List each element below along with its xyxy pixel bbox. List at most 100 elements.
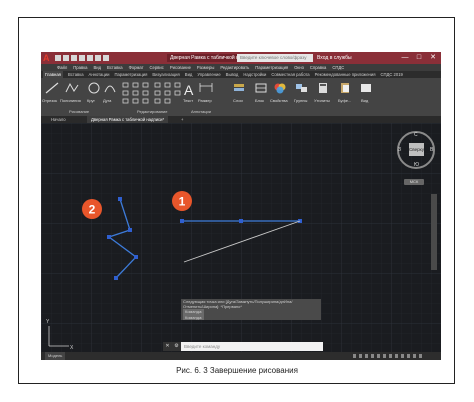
view-label: Вид bbox=[361, 98, 369, 103]
dimension-tool-label: Размер bbox=[198, 98, 212, 103]
grip-point[interactable] bbox=[180, 219, 184, 223]
tab-annotate[interactable]: Аннотации bbox=[89, 71, 110, 78]
layers-label: Слои bbox=[233, 98, 243, 103]
groups-icon[interactable] bbox=[295, 82, 309, 94]
modify-tools-icon[interactable] bbox=[121, 81, 187, 107]
draw-panel-title[interactable]: Рисование bbox=[69, 109, 89, 114]
tab-parametric[interactable]: Параметризация bbox=[114, 71, 147, 78]
search-input[interactable]: Введите ключевое слово/фразу bbox=[237, 54, 313, 62]
utilities-icon[interactable] bbox=[316, 82, 330, 94]
menu-item[interactable]: Рисование bbox=[170, 64, 191, 71]
menu-item[interactable]: Окно bbox=[294, 64, 304, 71]
command-history-line: Команда: bbox=[183, 314, 205, 320]
menu-item[interactable]: Файл bbox=[57, 64, 67, 71]
status-bar: Модель bbox=[41, 352, 441, 360]
block-label: Блок bbox=[255, 98, 264, 103]
svg-text:A: A bbox=[184, 82, 194, 98]
circle-tool-icon[interactable] bbox=[87, 82, 101, 94]
tab-featured-apps[interactable]: Рекомендованные приложения bbox=[315, 71, 376, 78]
grip-point[interactable] bbox=[128, 228, 132, 232]
menu-item[interactable]: Сервис bbox=[149, 64, 163, 71]
viewcube-south[interactable]: Ю bbox=[414, 162, 419, 168]
clipboard-icon[interactable] bbox=[338, 82, 352, 94]
navigation-bar[interactable] bbox=[431, 194, 437, 270]
open-icon[interactable] bbox=[63, 55, 69, 61]
line-tool-icon[interactable] bbox=[45, 82, 59, 94]
tab-addins[interactable]: Надстройки bbox=[243, 71, 266, 78]
status-toggles[interactable] bbox=[353, 354, 423, 358]
properties-icon[interactable] bbox=[273, 82, 287, 94]
dimension-tool-icon[interactable] bbox=[199, 82, 213, 94]
grip-point[interactable] bbox=[134, 255, 138, 259]
wcs-menu[interactable]: МСК bbox=[404, 179, 424, 185]
text-tool-label: Текст bbox=[183, 98, 194, 103]
app-logo-icon[interactable]: A bbox=[43, 53, 53, 63]
polyline-tool-label: Полилиния bbox=[60, 98, 81, 103]
command-input[interactable]: Введите команду bbox=[184, 342, 220, 351]
layers-icon[interactable] bbox=[232, 82, 246, 94]
command-line[interactable]: ✕ ⚙ Введите команду bbox=[163, 342, 323, 351]
minimize-button[interactable]: — bbox=[399, 52, 411, 64]
menu-item[interactable]: Справка bbox=[310, 64, 326, 71]
block-icon[interactable] bbox=[254, 82, 268, 94]
menu-item[interactable]: Редактировать bbox=[220, 64, 249, 71]
save-icon[interactable] bbox=[71, 55, 77, 61]
tab-collaborate[interactable]: Совместная работа bbox=[271, 71, 309, 78]
saveas-icon[interactable] bbox=[79, 55, 85, 61]
tab-drawing[interactable]: Дверная Рамка с табличкой надписи* bbox=[87, 116, 169, 123]
signin-button[interactable]: Вход в службы bbox=[317, 54, 352, 62]
viewcube-east[interactable]: В bbox=[430, 147, 433, 153]
circle-tool-label: Круг bbox=[87, 98, 95, 103]
badge-two-label: 2 bbox=[89, 203, 96, 217]
customize-command-icon[interactable]: ⚙ bbox=[172, 342, 181, 351]
figure-caption: Рис. 6. 3 Завершение рисования bbox=[176, 366, 298, 375]
polyline-tool-icon[interactable] bbox=[65, 82, 79, 94]
tab-spds[interactable]: СПДС 2019 bbox=[380, 71, 402, 78]
viewcube[interactable]: С Ю З В Сверху bbox=[397, 131, 435, 169]
tab-insert[interactable]: Вставка bbox=[68, 71, 84, 78]
undo-icon[interactable] bbox=[95, 55, 101, 61]
redo-icon[interactable] bbox=[103, 55, 109, 61]
menu-item[interactable]: Вид bbox=[93, 64, 101, 71]
viewcube-north[interactable]: С bbox=[414, 132, 418, 138]
view-icon[interactable] bbox=[359, 82, 373, 94]
modify-panel-title[interactable]: Редактирование bbox=[137, 109, 167, 114]
add-tab-button[interactable]: + bbox=[177, 116, 187, 123]
grip-point[interactable] bbox=[107, 235, 111, 239]
title-bar: A Дверная Рамка с табличкой надписи Введ… bbox=[41, 52, 441, 64]
maximize-button[interactable]: □ bbox=[413, 52, 425, 64]
close-command-icon[interactable]: ✕ bbox=[163, 342, 172, 351]
badge-one-label: 1 bbox=[179, 195, 186, 209]
tab-view[interactable]: Вид bbox=[185, 71, 193, 78]
menu-item[interactable]: Размеры bbox=[197, 64, 214, 71]
menu-item[interactable]: Вставка bbox=[107, 64, 123, 71]
arc-tool-icon[interactable] bbox=[103, 82, 117, 94]
viewcube-west[interactable]: З bbox=[398, 147, 401, 153]
menu-item[interactable]: СПДС bbox=[332, 64, 344, 71]
model-tab[interactable]: Модель bbox=[45, 352, 66, 360]
print-icon[interactable] bbox=[87, 55, 93, 61]
line-tool-label: Отрезок bbox=[42, 98, 58, 103]
menu-item[interactable]: Правка bbox=[73, 64, 87, 71]
viewcube-face[interactable]: Сверху bbox=[409, 143, 424, 156]
menu-bar: Файл Правка Вид Вставка Формат Сервис Ри… bbox=[41, 64, 441, 71]
new-icon[interactable] bbox=[55, 55, 61, 61]
autocad-window: A Дверная Рамка с табличкой надписи Введ… bbox=[41, 52, 441, 360]
tab-start[interactable]: Начало bbox=[47, 116, 70, 123]
annotation-panel-title[interactable]: Аннотации bbox=[191, 109, 211, 114]
menu-item[interactable]: Параметризация bbox=[255, 64, 288, 71]
drawing-canvas[interactable]: 2 1 Y X С Ю З В Сверху МСК Следующая точ… bbox=[41, 123, 441, 352]
grip-point[interactable] bbox=[239, 219, 243, 223]
tab-visualize[interactable]: Визуализация bbox=[152, 71, 179, 78]
tab-output[interactable]: Вывод bbox=[226, 71, 239, 78]
menu-item[interactable]: Формат bbox=[129, 64, 144, 71]
tab-manage[interactable]: Управление bbox=[197, 71, 220, 78]
command-history: Следующая точка или [Дуга/Замкнуть/Полуш… bbox=[181, 299, 321, 320]
clipboard-label: Буфе... bbox=[338, 98, 352, 103]
grip-point[interactable] bbox=[114, 276, 118, 280]
grip-point[interactable] bbox=[118, 197, 122, 201]
tab-home[interactable]: Главная bbox=[43, 71, 63, 78]
utilities-label: Утилиты bbox=[314, 98, 330, 103]
text-tool-icon[interactable]: A bbox=[182, 82, 196, 98]
close-button[interactable]: ✕ bbox=[427, 52, 439, 64]
